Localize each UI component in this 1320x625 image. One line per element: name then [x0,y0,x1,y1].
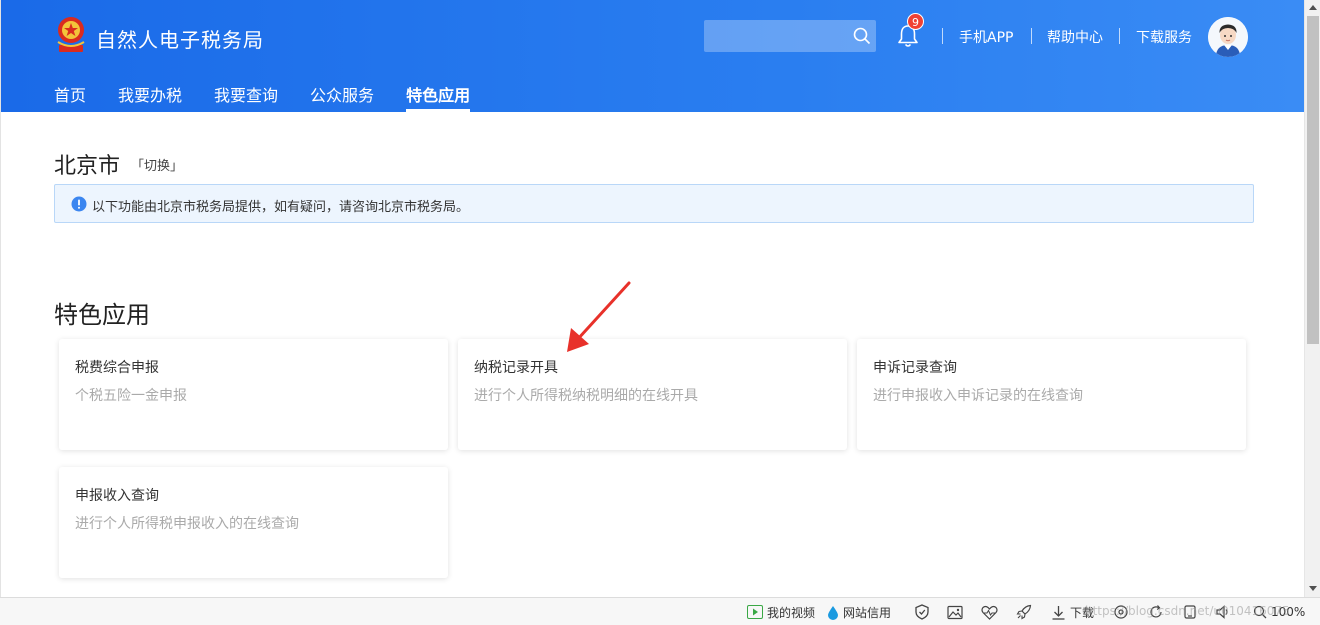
card-income-query[interactable]: 申报收入查询 进行个人所得税申报收入的在线查询 [59,467,448,578]
site-credit-label: 网站信用 [843,605,892,620]
mobile-app-link[interactable]: 手机APP [959,27,1013,47]
rocket-icon [1016,604,1032,620]
card-description: 进行申报收入申诉记录的在线查询 [873,388,1083,404]
card-description: 个税五险一金申报 [75,388,187,404]
card-title: 申报收入查询 [75,488,159,504]
city-switch-link[interactable]: 「切换」 [131,155,183,174]
vertical-scrollbar[interactable] [1304,0,1320,597]
security-shield-button[interactable] [914,603,934,621]
scroll-down-arrow-icon[interactable] [1305,580,1320,596]
tax-emblem-logo [57,17,85,52]
header-separator [942,28,943,44]
card-appeal-record-query[interactable]: 申诉记录查询 进行申报收入申诉记录的在线查询 [857,339,1246,450]
scroll-up-arrow-icon[interactable] [1305,0,1320,16]
nav-featured-apps[interactable]: 特色应用 [406,82,471,112]
browser-viewport: 自然人电子税务局 9 手机APP 帮助中心 下载服务 首页 我要办税 我要查询 … [0,0,1304,597]
card-description: 进行个人所得税申报收入的在线查询 [75,516,299,532]
user-avatar[interactable] [1208,17,1248,57]
download-service-link[interactable]: 下载服务 [1136,27,1192,47]
notice-text: 以下功能由北京市税务局提供，如有疑问，请咨询北京市税务局。 [92,200,470,215]
blog-watermark: https://blog.csdn.net/u010416075 [1085,604,1290,618]
search-input[interactable] [704,20,876,52]
accelerate-button[interactable] [1016,603,1036,621]
water-drop-icon [828,605,838,620]
nav-tax-handling[interactable]: 我要办税 [118,82,182,112]
shield-icon [915,604,929,620]
card-title: 纳税记录开具 [474,360,558,376]
help-center-link[interactable]: 帮助中心 [1047,27,1103,47]
search-icon[interactable] [853,27,871,45]
my-video-label: 我的视频 [767,605,816,620]
card-tax-declaration[interactable]: 税费综合申报 个税五险一金申报 [59,339,448,450]
download-icon [1052,605,1065,620]
image-icon [947,605,963,619]
section-title: 特色应用 [54,301,150,329]
info-notice: 以下功能由北京市税务局提供，如有疑问，请咨询北京市税务局。 [54,184,1254,223]
site-title: 自然人电子税务局 [96,28,264,52]
current-city: 北京市 [54,154,121,179]
card-title: 税费综合申报 [75,360,159,376]
header-separator [1031,28,1032,44]
card-tax-record-issue[interactable]: 纳税记录开具 进行个人所得税纳税明细的在线开具 [458,339,847,450]
site-credit-button[interactable]: 网站信用 [827,603,891,621]
nav-home[interactable]: 首页 [54,82,86,112]
my-video-button[interactable]: 我的视频 [747,603,815,621]
nav-query[interactable]: 我要查询 [214,82,278,112]
notification-badge: 9 [907,13,924,30]
image-button[interactable] [947,603,967,621]
main-nav: 首页 我要办税 我要查询 公众服务 特色应用 [54,82,502,112]
site-header: 自然人电子税务局 9 手机APP 帮助中心 下载服务 首页 我要办税 我要查询 … [1,0,1304,112]
heart-pulse-icon [981,605,998,620]
scrollbar-thumb[interactable] [1307,16,1319,344]
nav-public-service[interactable]: 公众服务 [310,82,374,112]
info-icon [71,196,87,212]
header-separator [1119,28,1120,44]
card-title: 申诉记录查询 [873,360,957,376]
video-play-icon [747,605,763,619]
card-description: 进行个人所得税纳税明细的在线开具 [474,388,698,404]
browser-status-bar: 我的视频 网站信用 下载 100% https://blog.csdn.net/… [0,597,1320,625]
health-button[interactable] [981,603,1002,621]
